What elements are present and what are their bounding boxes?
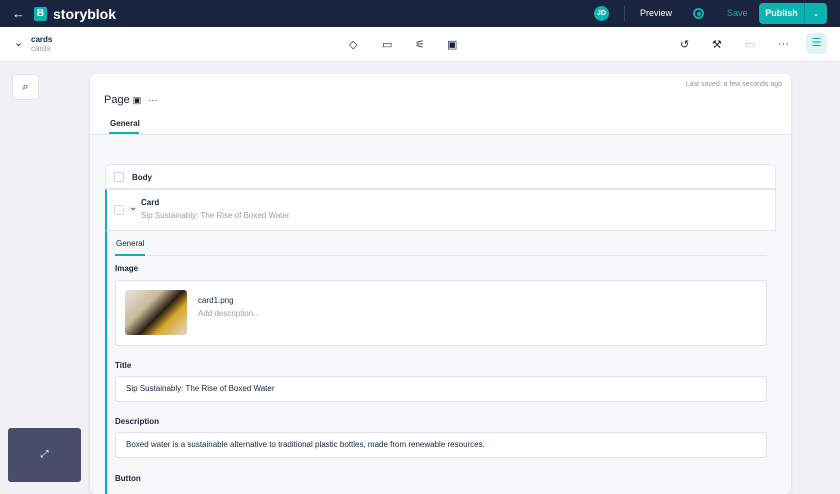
comment-icon[interactable]: ▭ — [382, 38, 392, 51]
calendar-icon[interactable]: ▣ — [447, 38, 457, 51]
tab-indicator — [115, 254, 145, 256]
checkbox[interactable] — [114, 172, 124, 182]
title-label: Title — [115, 361, 132, 370]
history-icon[interactable]: ↺ — [680, 38, 689, 51]
divider — [145, 255, 767, 256]
save-button[interactable]: Save — [727, 8, 748, 18]
more-icon[interactable]: ··· — [778, 38, 789, 50]
tab-indicator — [109, 132, 139, 134]
content-type-title: Page ▣ ··· — [104, 94, 157, 106]
card-block-header[interactable]: ⌄ Card Sip Sustainably: The Rise of Boxe… — [105, 189, 776, 231]
tag-diamond-icon[interactable]: ◇ — [349, 38, 357, 51]
device-desktop-icon[interactable]: ▭ — [745, 38, 755, 51]
editor-panel: Last saved: a few seconds ago Page ▣ ···… — [90, 74, 791, 494]
expand-icon[interactable]: ⤢ — [41, 449, 49, 460]
divider — [624, 6, 625, 21]
dev-tools-icon[interactable]: ⚒ — [712, 38, 722, 51]
description-label: Description — [115, 417, 160, 426]
block-name: Card — [141, 198, 160, 207]
description-input[interactable]: Boxed water is a sustainable alternative… — [115, 432, 767, 458]
body-label: Body — [132, 173, 152, 182]
editor-header: Last saved: a few seconds ago Page ▣ ···… — [90, 74, 791, 135]
toggle-panel-icon[interactable]: ☰ — [806, 33, 827, 54]
card-block-fields: General Image card1.png Add description.… — [105, 231, 776, 494]
chevron-down-icon[interactable]: ⌄ — [14, 36, 23, 49]
storyblok-logo: B — [34, 6, 47, 21]
tab-general[interactable]: General — [110, 119, 140, 128]
image-asset[interactable]: card1.png Add description... — [115, 280, 767, 346]
back-arrow-icon[interactable]: ← — [12, 6, 25, 21]
tab-general[interactable]: General — [116, 239, 144, 248]
calendar-icon[interactable]: ▣ — [133, 95, 142, 105]
block-subtitle: Sip Sustainably: The Rise of Boxed Water — [141, 211, 290, 220]
story-slug: cards — [31, 44, 51, 53]
avatar[interactable]: JD — [594, 6, 609, 21]
top-bar: ← B storyblok JD Preview Save Publish ⌄ — [0, 0, 840, 27]
body-field-header: Body — [105, 164, 776, 189]
brand-name: storyblok — [53, 5, 117, 22]
live-preview-icon[interactable] — [693, 8, 704, 19]
title-input[interactable]: Sip Sustainably: The Rise of Boxed Water — [115, 376, 767, 402]
settings-sliders-icon[interactable]: ⚟ — [415, 38, 425, 51]
button-label: Button — [115, 474, 141, 483]
publish-button-group: Publish ⌄ — [759, 3, 827, 24]
minimized-preview[interactable]: ⤢ — [8, 428, 81, 482]
image-filename: card1.png — [198, 296, 234, 305]
publish-button[interactable]: Publish — [759, 3, 805, 24]
chevron-down-icon[interactable]: ⌄ — [805, 3, 827, 24]
search-button[interactable]: ⌕ — [12, 74, 39, 100]
image-label: Image — [115, 264, 139, 273]
chevron-down-icon[interactable]: ⌄ — [129, 202, 137, 213]
more-icon[interactable]: ··· — [148, 95, 157, 105]
content-type: Page — [104, 94, 130, 106]
last-saved: Last saved: a few seconds ago — [685, 81, 782, 88]
image-description-input[interactable]: Add description... — [198, 309, 260, 318]
preview-button[interactable]: Preview — [640, 8, 672, 18]
image-thumbnail[interactable] — [125, 290, 187, 335]
story-name[interactable]: cards — [31, 35, 52, 44]
editor-toolbar: ⌄ cards cards ◇ ▭ ⚟ ▣ ↺ ⚒ ▭ ··· ☰ — [0, 27, 840, 62]
checkbox[interactable] — [114, 205, 124, 215]
search-icon: ⌕ — [22, 81, 29, 93]
